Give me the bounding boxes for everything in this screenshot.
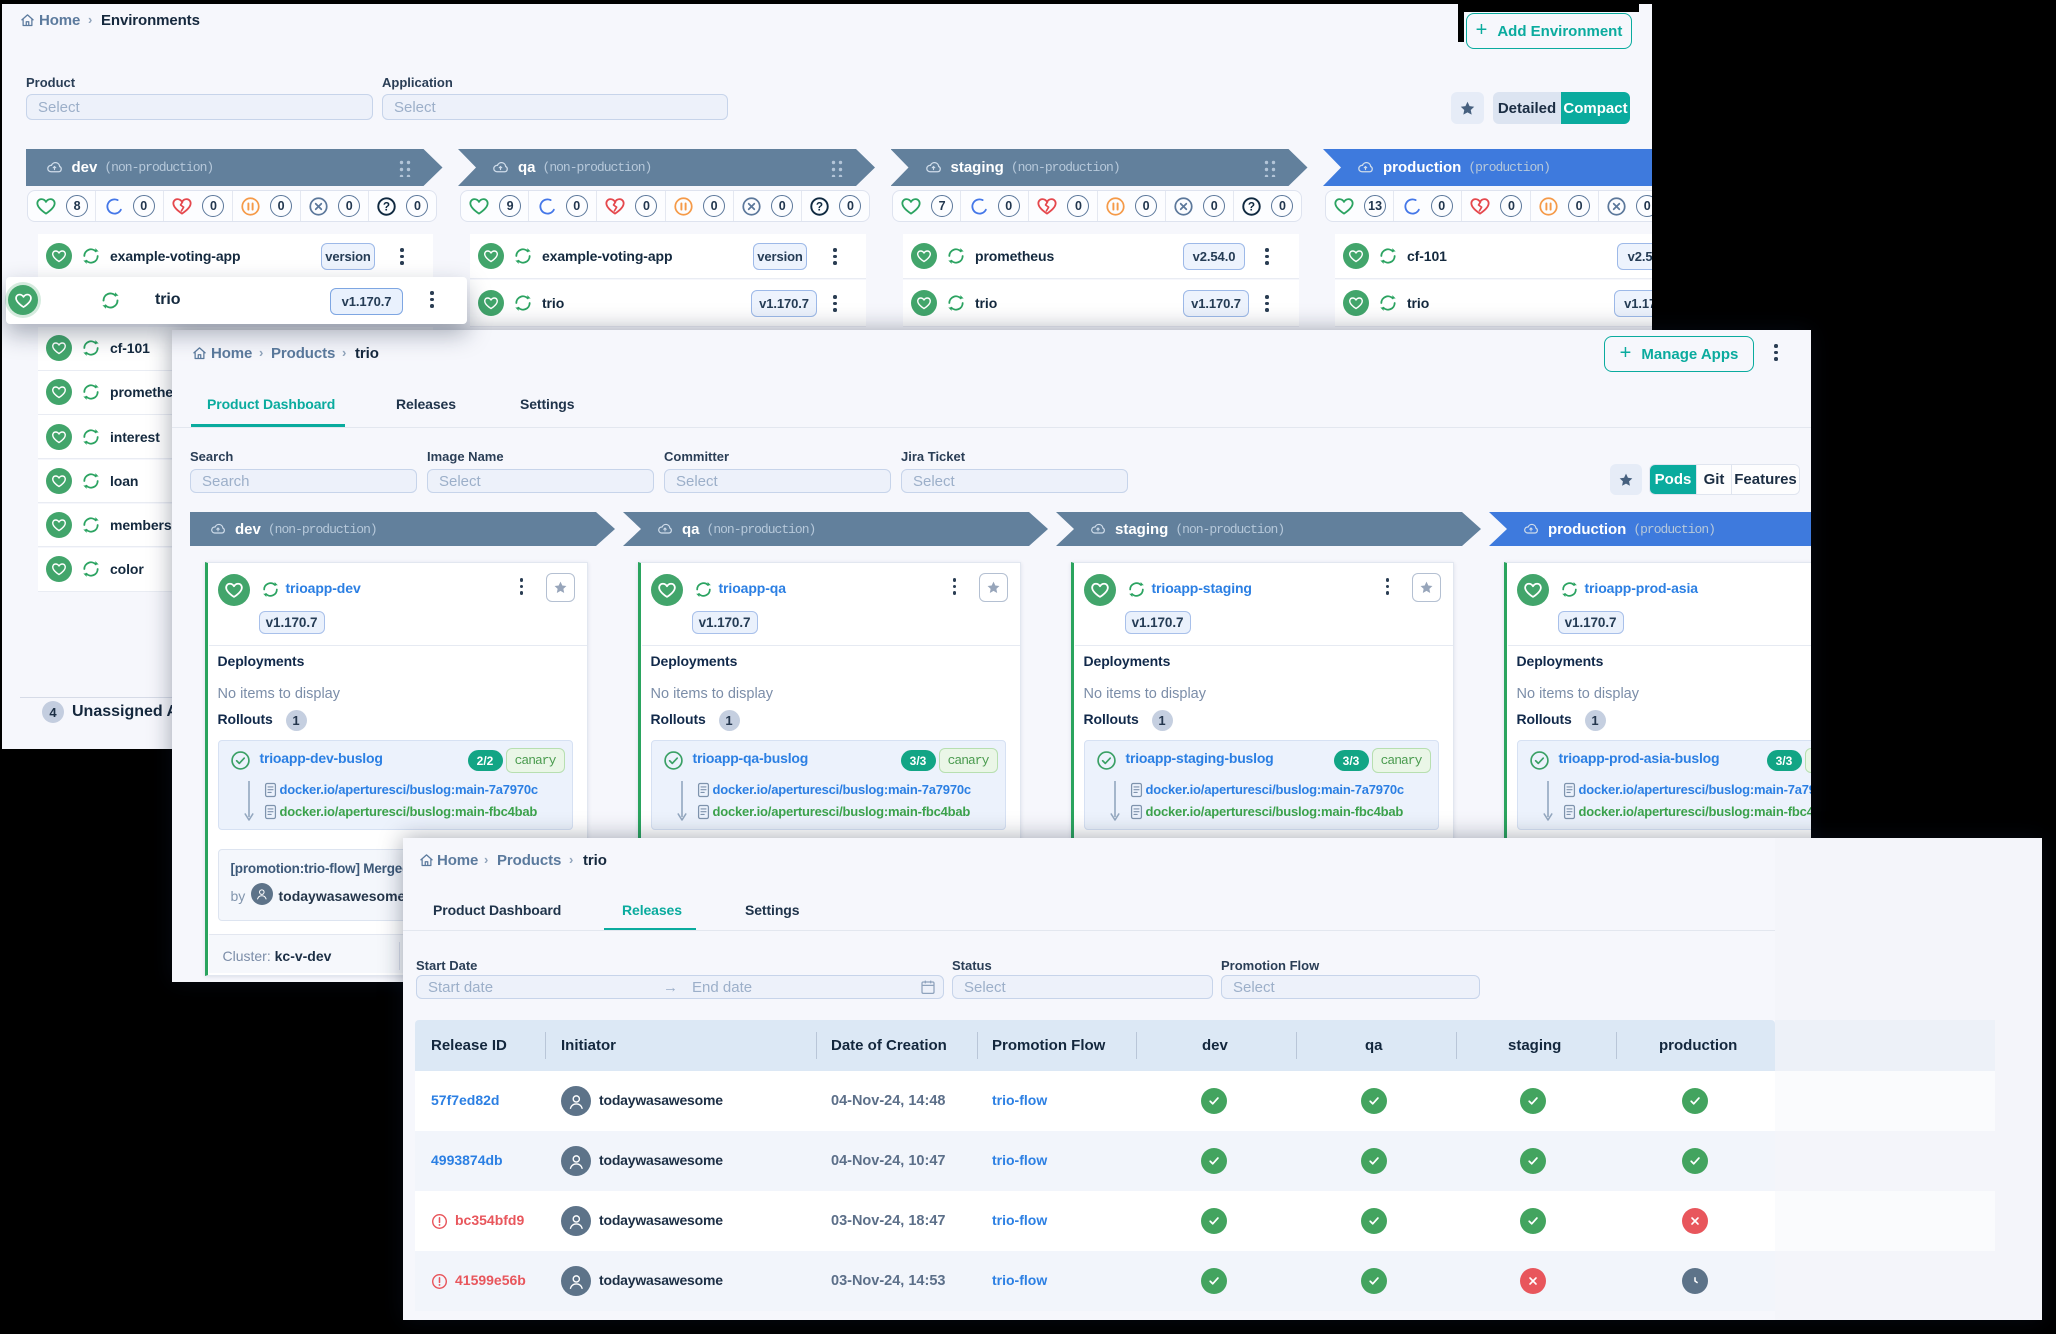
svg-text:?: ? — [816, 199, 823, 213]
svg-text:?: ? — [1248, 199, 1255, 213]
svg-text:?: ? — [383, 199, 390, 213]
